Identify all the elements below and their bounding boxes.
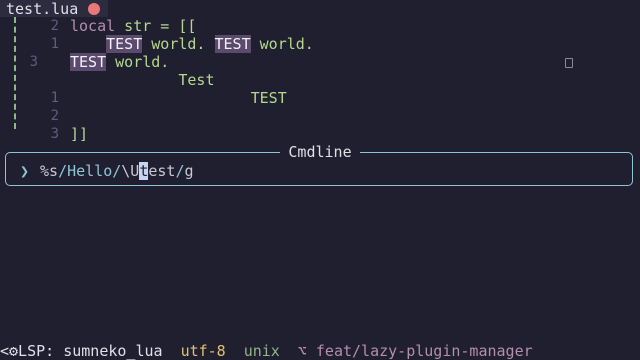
file-encoding: utf-8	[180, 342, 226, 360]
cmdline-input[interactable]: %s/Hello/\Utest/g	[40, 161, 194, 181]
line-number: 3	[50, 126, 59, 142]
lsp-status: <⚙LSP: sumneko_lua	[0, 342, 163, 360]
code-text: local str = [[	[70, 17, 197, 35]
code-text: TEST world. TEST world.	[106, 35, 314, 53]
code-text: TEST	[70, 89, 287, 107]
chevron-right-icon: ❯	[20, 162, 30, 180]
line-number: 3	[29, 54, 38, 70]
cmdline-input-row[interactable]: ❯ %s/Hello/\Utest/g	[20, 161, 194, 181]
indent-guide	[14, 17, 16, 129]
line-number: 1	[50, 36, 59, 52]
modified-indicator-icon	[88, 2, 101, 15]
git-branch: ⌥ feat/lazy-plugin-manager	[297, 342, 533, 360]
code-text: Test	[70, 71, 215, 89]
line-number: 1	[50, 90, 59, 106]
line-number: 2	[50, 18, 59, 34]
code-editor[interactable]: 2 local str = [[ 1 TEST world. TEST world.…	[0, 17, 640, 143]
code-text: TEST world.	[70, 53, 170, 71]
file-tab-label: test.lua	[6, 0, 79, 18]
cmdline-title: Cmdline	[0, 143, 640, 161]
code-text: ]]	[70, 125, 89, 143]
statusline: <⚙LSP: sumneko_lua utf-8 unix ⌥ feat/laz…	[0, 342, 640, 360]
line-number: 2	[50, 108, 59, 124]
mouse-pointer-icon	[565, 58, 573, 68]
file-format: unix	[243, 342, 280, 360]
file-tab[interactable]: test.lua	[0, 0, 109, 18]
